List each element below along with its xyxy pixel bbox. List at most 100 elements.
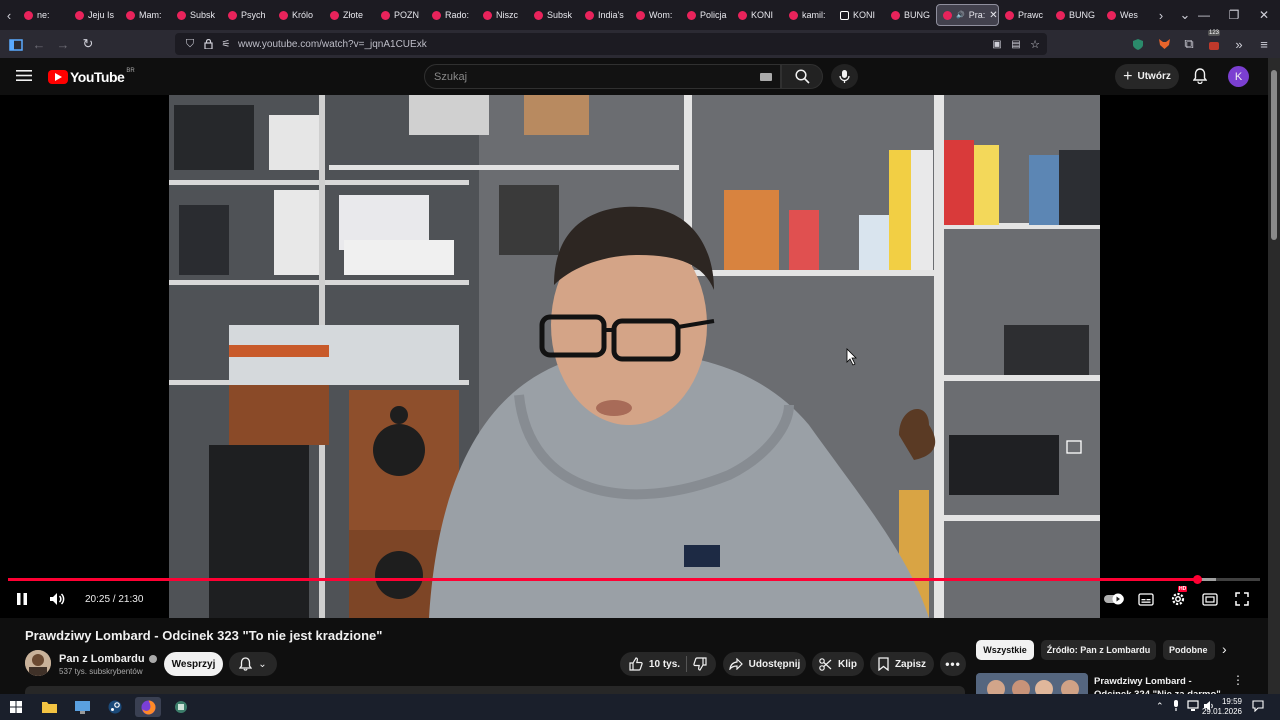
keyboard-icon[interactable]: [760, 73, 772, 81]
browser-tab[interactable]: POZN: [375, 4, 426, 26]
autoplay-toggle[interactable]: [1103, 590, 1125, 608]
browser-tab[interactable]: Mam:: [120, 4, 171, 26]
remote-desktop-icon[interactable]: [69, 697, 95, 717]
subscription-notifications-button[interactable]: ⌄: [229, 652, 277, 676]
url-text[interactable]: www.youtube.com/watch?v=_jqnA1CUExk: [238, 39, 427, 50]
youtube-logo[interactable]: YouTube BR: [48, 68, 135, 85]
browser-tab[interactable]: Rado:: [426, 4, 477, 26]
browser-tab[interactable]: 🔊 Pra: ✕: [936, 4, 999, 26]
browser-tab[interactable]: Królo: [273, 4, 324, 26]
video-frame[interactable]: [169, 95, 1100, 618]
voice-search-button[interactable]: [831, 64, 858, 89]
extensions-puzzle-icon[interactable]: ⧉: [1181, 36, 1197, 52]
channel-name[interactable]: Pan z Lombardu: [59, 653, 157, 665]
restore-icon[interactable]: ❐: [1218, 0, 1250, 30]
support-button[interactable]: Wesprzyj: [164, 652, 223, 676]
like-button[interactable]: 10 tys.: [629, 657, 680, 671]
tabs-scroll-right-icon[interactable]: ›: [1152, 0, 1170, 30]
browser-tab[interactable]: Psych: [222, 4, 273, 26]
chip-similar[interactable]: Podobne: [1163, 640, 1215, 660]
save-button[interactable]: Zapisz: [870, 652, 934, 676]
subtitles-button[interactable]: [1137, 590, 1155, 608]
share-button[interactable]: Udostępnij: [723, 652, 806, 676]
chip-source-channel[interactable]: Źródło: Pan z Lombardu: [1041, 640, 1156, 660]
page-scrollbar[interactable]: [1268, 58, 1280, 694]
video-player[interactable]: 20:25 / 21:30 HD: [0, 95, 1268, 618]
browser-tab[interactable]: Subsk: [171, 4, 222, 26]
fullscreen-button[interactable]: [1233, 590, 1251, 608]
sidebar-toggle-icon[interactable]: [8, 36, 24, 52]
reload-icon[interactable]: ↻: [80, 36, 96, 52]
extension-badge-icon[interactable]: 123: [1206, 30, 1222, 52]
recommended-video-title[interactable]: Prawdziwy Lombard - Odcinek 324 "Nie za …: [1094, 675, 1224, 694]
search-input[interactable]: Szukaj: [424, 64, 781, 89]
pause-button[interactable]: [13, 590, 31, 608]
extension-shield-icon[interactable]: [1130, 36, 1146, 52]
notifications-tray-icon[interactable]: [1252, 699, 1264, 717]
file-explorer-icon[interactable]: [36, 697, 62, 717]
browser-tab[interactable]: India's: [579, 4, 630, 26]
tab-audio-icon[interactable]: 🔊: [956, 11, 965, 19]
forward-icon[interactable]: →: [55, 36, 71, 52]
browser-tab[interactable]: Niszc: [477, 4, 528, 26]
create-button[interactable]: + Utwórz: [1115, 64, 1179, 89]
more-vertical-icon[interactable]: ⋮: [1232, 673, 1244, 687]
minimize-icon[interactable]: —: [1188, 0, 1220, 30]
tray-chevron-icon[interactable]: ⌃: [1156, 701, 1164, 712]
chip-all[interactable]: Wszystkie: [976, 640, 1034, 660]
browser-tab[interactable]: ne:: [18, 4, 69, 26]
extension-fox-icon[interactable]: [1156, 36, 1172, 52]
overflow-chevron-icon[interactable]: »: [1231, 36, 1247, 52]
reader-view-icon[interactable]: ▤: [1008, 36, 1024, 52]
microphone-tray-icon[interactable]: [1172, 699, 1180, 717]
url-bar[interactable]: ⛉ ⚟ www.youtube.com/watch?v=_jqnA1CUExk …: [175, 33, 1047, 55]
steam-icon[interactable]: [102, 697, 128, 717]
dislike-button[interactable]: [693, 657, 707, 671]
channel-name-text[interactable]: Pan z Lombardu: [59, 653, 145, 665]
browser-tab[interactable]: Jeju Is: [69, 4, 120, 26]
scrubber-handle[interactable]: [1193, 575, 1203, 584]
close-window-icon[interactable]: ✕: [1248, 0, 1280, 30]
permissions-icon[interactable]: ⚟: [218, 36, 234, 52]
picture-in-picture-icon[interactable]: ▣: [989, 36, 1005, 52]
more-actions-button[interactable]: •••: [940, 652, 966, 676]
browser-tab[interactable]: KONI: [834, 4, 885, 26]
account-avatar[interactable]: K: [1228, 66, 1249, 87]
volume-button[interactable]: [47, 590, 67, 608]
browser-tab[interactable]: kamil:: [783, 4, 834, 26]
app-icon[interactable]: [168, 697, 194, 717]
search-button[interactable]: [781, 64, 823, 89]
browser-tab[interactable]: Złote: [324, 4, 375, 26]
guide-menu-icon[interactable]: [16, 69, 32, 87]
close-tab-icon[interactable]: ✕: [989, 10, 997, 21]
recommended-video-thumbnail[interactable]: [976, 673, 1088, 694]
back-icon[interactable]: ←: [31, 36, 47, 52]
scrollbar-thumb[interactable]: [1271, 70, 1277, 240]
description-box[interactable]: [25, 686, 965, 694]
bookmark-star-icon[interactable]: ☆: [1027, 36, 1043, 52]
browser-tab[interactable]: Prawc: [999, 4, 1050, 26]
browser-tab[interactable]: Wom:: [630, 4, 681, 26]
browser-tab[interactable]: Subsk: [528, 4, 579, 26]
hd-badge: HD: [1178, 586, 1188, 592]
browser-tab[interactable]: KONI: [732, 4, 783, 26]
windows-start-icon[interactable]: [3, 697, 29, 717]
browser-tab[interactable]: Wes: [1101, 4, 1152, 26]
notifications-bell-icon[interactable]: [1190, 66, 1210, 86]
theater-mode-button[interactable]: [1201, 590, 1219, 608]
chips-next-chevron-icon[interactable]: ›: [1222, 641, 1227, 657]
network-icon[interactable]: [1187, 699, 1199, 717]
tabs-scroll-left-icon[interactable]: ‹: [0, 0, 18, 30]
system-clock[interactable]: 19:59 29.01.2026: [1202, 697, 1242, 717]
settings-button[interactable]: HD: [1168, 586, 1188, 608]
lock-icon[interactable]: [200, 36, 216, 52]
video-progress-bar[interactable]: [8, 575, 1260, 584]
browser-tab[interactable]: Policja: [681, 4, 732, 26]
tracking-shield-icon[interactable]: ⛉: [182, 36, 198, 52]
browser-tab[interactable]: BUNG: [1050, 4, 1101, 26]
browser-tab[interactable]: BUNG: [885, 4, 936, 26]
firefox-icon[interactable]: [135, 697, 161, 717]
app-menu-icon[interactable]: ≡: [1256, 36, 1272, 52]
clip-button[interactable]: Klip: [812, 652, 864, 676]
channel-avatar[interactable]: [25, 650, 51, 676]
